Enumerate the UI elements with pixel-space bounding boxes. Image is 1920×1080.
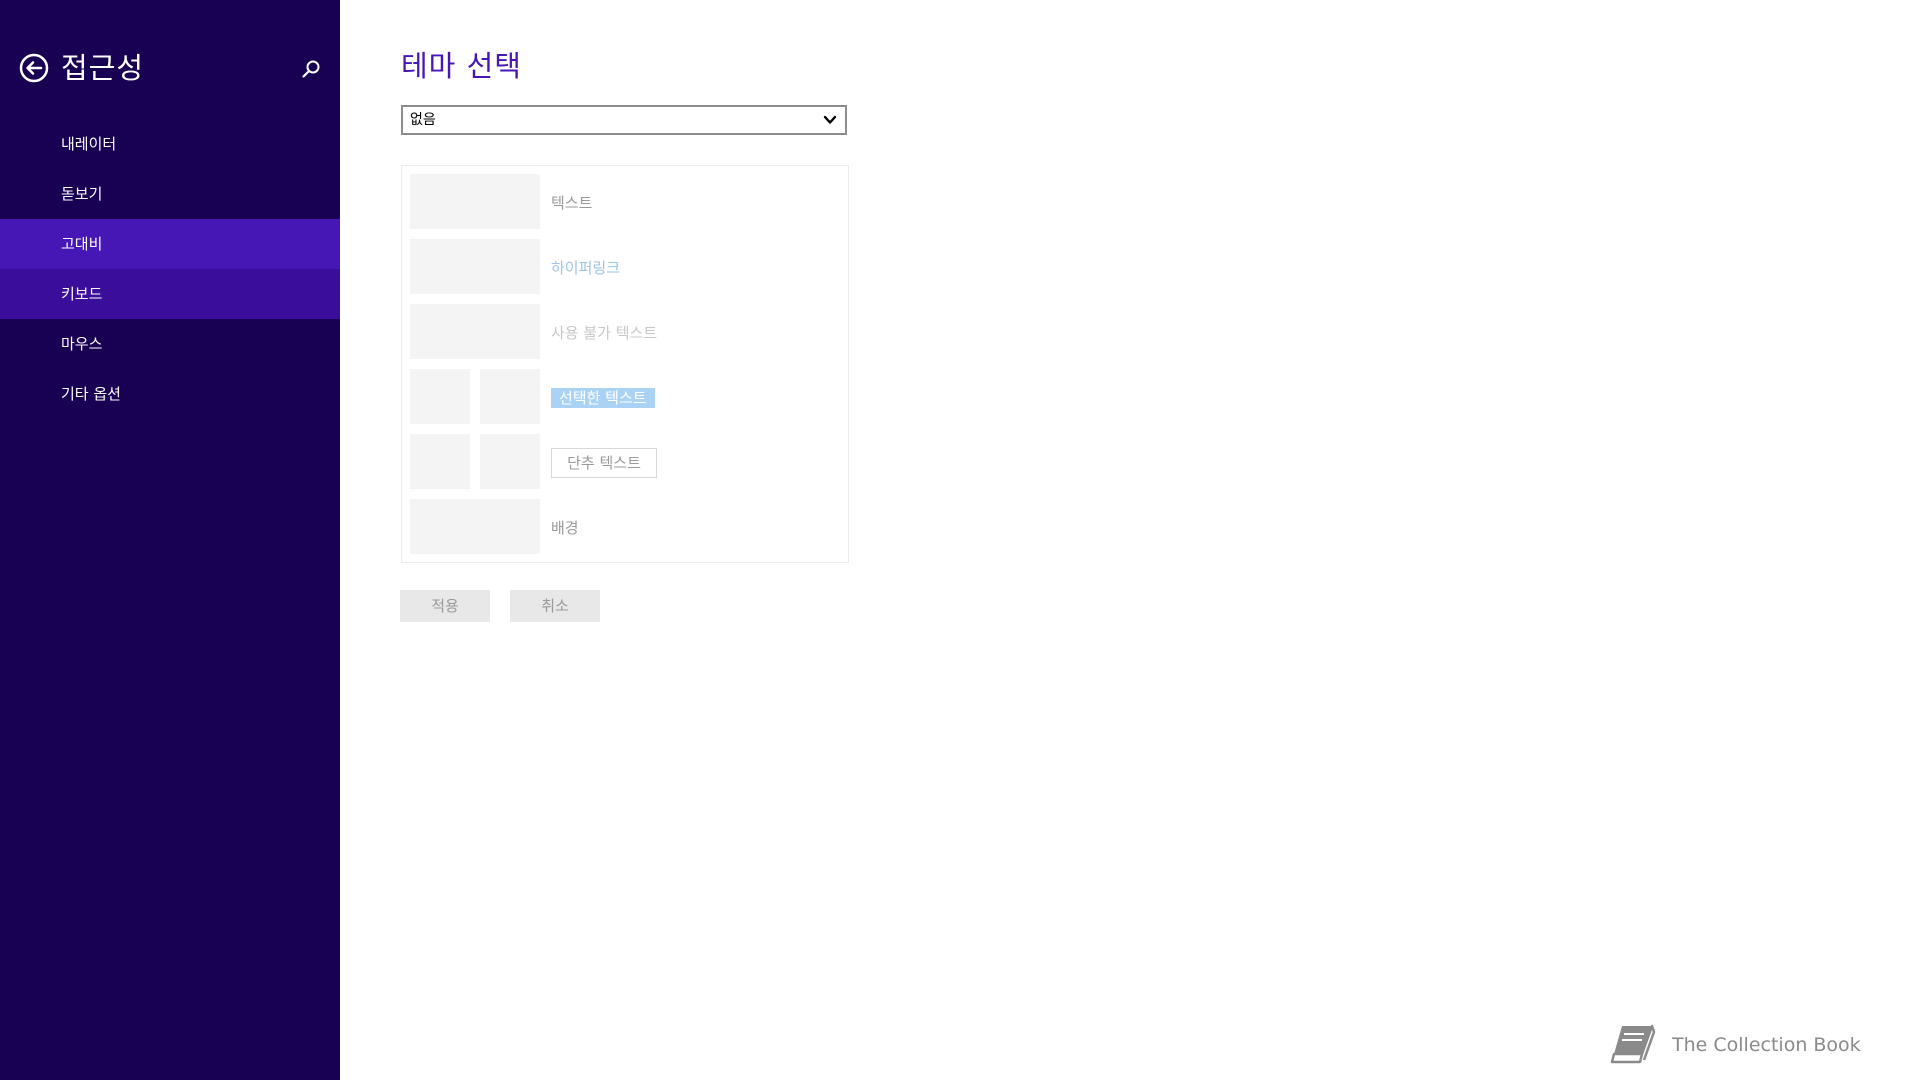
sidebar-item-narrator[interactable]: 내레이터 [0, 119, 340, 169]
search-icon[interactable] [300, 58, 322, 80]
sidebar-nav: 내레이터 돋보기 고대비 키보드 마우스 기타 옵션 [0, 119, 340, 419]
selected-text-bg-swatch[interactable] [480, 369, 540, 424]
selected-text-fg-swatch[interactable] [410, 369, 470, 424]
back-arrow-icon[interactable] [19, 53, 49, 83]
button-text-preview-label: 단추 텍스트 [551, 448, 657, 478]
main-content: 테마 선택 없음 텍스트 하이퍼링크 사용 불가 텍스트 선택한 텍스트 단추 … [340, 0, 1920, 1080]
theme-preview-panel: 텍스트 하이퍼링크 사용 불가 텍스트 선택한 텍스트 단추 텍스트 배경 [401, 165, 849, 563]
sidebar-header: 접근성 [0, 48, 340, 92]
theme-select[interactable]: 없음 [401, 105, 847, 135]
button-text-fg-swatch[interactable] [410, 434, 470, 489]
sidebar-item-mouse[interactable]: 마우스 [0, 319, 340, 369]
book-icon [1610, 1024, 1656, 1064]
settings-window: 접근성 내레이터 돋보기 고대비 키보드 마우스 기타 옵션 테마 선택 없음 [0, 0, 1920, 1080]
disabled-text-preview-label: 사용 불가 텍스트 [551, 324, 658, 342]
sidebar-item-keyboard[interactable]: 키보드 [0, 269, 340, 319]
hyperlink-preview-label: 하이퍼링크 [551, 259, 621, 277]
page-title: 테마 선택 [401, 49, 522, 83]
selected-text-preview-label: 선택한 텍스트 [551, 388, 655, 408]
button-text-bg-swatch[interactable] [480, 434, 540, 489]
sidebar-item-other-options[interactable]: 기타 옵션 [0, 369, 340, 419]
watermark-text: The Collection Book [1672, 1034, 1861, 1056]
sidebar-title: 접근성 [61, 51, 145, 85]
sidebar: 접근성 내레이터 돋보기 고대비 키보드 마우스 기타 옵션 [0, 0, 340, 1080]
cancel-button[interactable]: 취소 [510, 590, 600, 622]
text-preview-label: 텍스트 [551, 194, 593, 212]
text-color-swatch[interactable] [410, 174, 540, 229]
theme-select-value: 없음 [410, 112, 436, 128]
disabled-text-color-swatch[interactable] [410, 304, 540, 359]
hyperlink-color-swatch[interactable] [410, 239, 540, 294]
chevron-down-icon [823, 115, 837, 124]
background-preview-label: 배경 [551, 519, 579, 537]
sidebar-item-magnifier[interactable]: 돋보기 [0, 169, 340, 219]
apply-button[interactable]: 적용 [400, 590, 490, 622]
watermark: The Collection Book [1608, 1018, 1898, 1070]
sidebar-item-high-contrast[interactable]: 고대비 [0, 219, 340, 269]
background-color-swatch[interactable] [410, 499, 540, 554]
